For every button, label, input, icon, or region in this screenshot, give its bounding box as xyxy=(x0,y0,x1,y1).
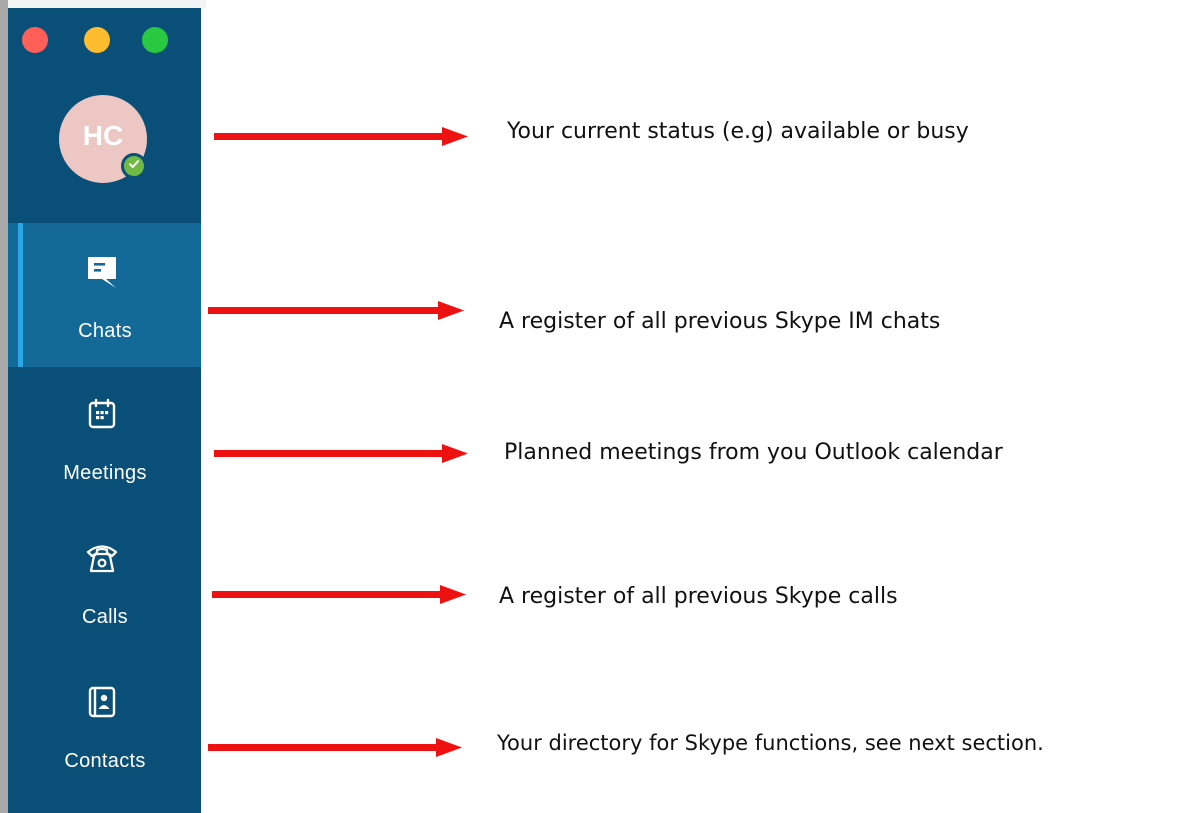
window-edge xyxy=(0,0,8,813)
sidebar-item-meetings[interactable]: Meetings xyxy=(8,367,201,511)
sidebar-item-label: Calls xyxy=(82,606,128,628)
window-minimize-button[interactable] xyxy=(84,27,110,53)
sidebar-item-contacts[interactable]: Contacts xyxy=(8,655,201,799)
check-icon xyxy=(128,157,140,175)
annotation-arrow xyxy=(206,584,471,606)
annotation-arrow xyxy=(206,737,471,759)
annotation-arrow xyxy=(206,443,471,465)
calendar-icon xyxy=(85,397,119,431)
contacts-icon xyxy=(85,685,119,719)
meetings-annotation: Planned meetings from you Outlook calend… xyxy=(504,440,1003,465)
sidebar-item-calls[interactable]: Calls xyxy=(8,511,201,655)
chat-icon xyxy=(85,255,119,289)
chats-annotation: A register of all previous Skype IM chat… xyxy=(499,309,941,334)
sidebar-item-chats[interactable]: Chats xyxy=(8,223,201,367)
status-annotation: Your current status (e.g) available or b… xyxy=(507,119,969,144)
avatar-initials: HC xyxy=(82,120,124,151)
sidebar-item-label: Contacts xyxy=(64,750,146,772)
status-badge[interactable] xyxy=(121,153,147,179)
phone-icon xyxy=(85,541,119,575)
title-bar-strip xyxy=(8,0,206,8)
calls-annotation: A register of all previous Skype calls xyxy=(499,584,898,609)
annotation-arrow xyxy=(206,126,471,148)
sidebar-item-label: Chats xyxy=(78,320,132,342)
window-maximize-button[interactable] xyxy=(142,27,168,53)
contacts-annotation: Your directory for Skype functions, see … xyxy=(497,731,1044,755)
window-close-button[interactable] xyxy=(22,27,48,53)
annotation-arrow xyxy=(206,300,471,322)
sidebar-item-label: Meetings xyxy=(63,462,147,484)
